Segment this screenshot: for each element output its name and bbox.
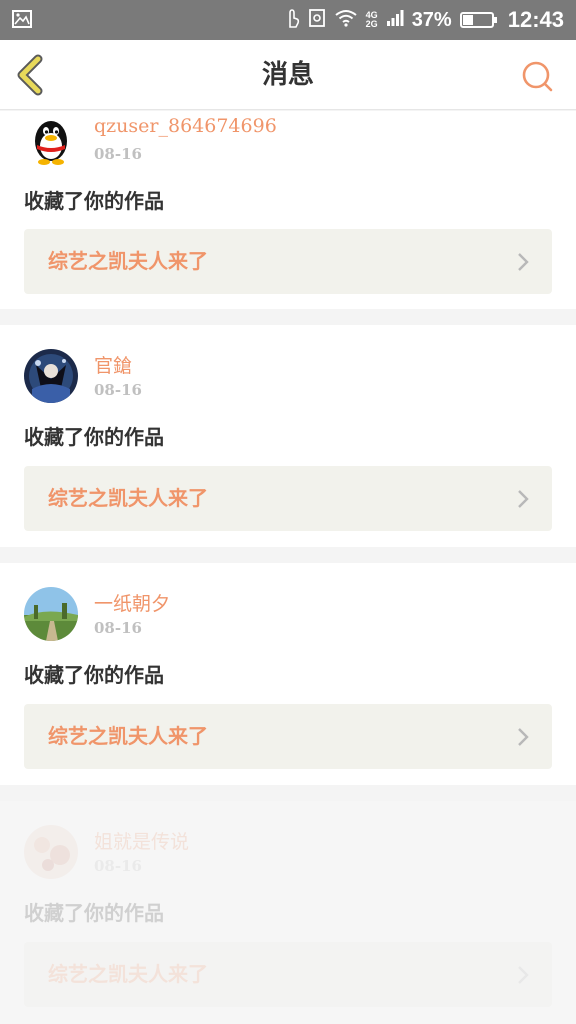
work-title: 综艺之凯夫人来了 [48,962,208,986]
status-bar: 4G 2G 37% 12:43 [0,0,576,40]
message-date: 08-16 [94,381,142,399]
anime-avatar-icon [24,349,78,403]
app-header: 消息 [0,40,576,110]
battery-percent: 37% [411,8,452,31]
work-link[interactable]: 综艺之凯夫人来了 [24,942,552,1007]
avatar[interactable] [24,113,78,167]
chevron-right-icon [518,966,529,984]
work-title: 综艺之凯夫人来了 [48,724,208,748]
message-action: 收藏了你的作品 [24,189,164,213]
message-action: 收藏了你的作品 [24,901,164,925]
message-card: 姐就是传说 08-16 收藏了你的作品 综艺之凯夫人来了 [0,801,576,1024]
wifi-icon [334,9,358,31]
message-date: 08-16 [94,145,142,163]
message-list: qzuser_864674696 08-16 收藏了你的作品 综艺之凯夫人来了 … [0,111,576,1024]
network-2g-text: 2G [365,19,378,29]
username[interactable]: 官鎗 [94,351,132,378]
network-label: 4G 2G [366,11,378,29]
message-card: 一纸朝夕 08-16 收藏了你的作品 综艺之凯夫人来了 [0,563,576,785]
message-action: 收藏了你的作品 [24,425,164,449]
work-link[interactable]: 综艺之凯夫人来了 [24,704,552,769]
avatar[interactable] [24,587,78,641]
chevron-right-icon [518,728,529,746]
message-card: 官鎗 08-16 收藏了你的作品 综艺之凯夫人来了 [0,325,576,547]
username[interactable]: 姐就是传说 [94,827,189,854]
landscape-avatar-icon [24,587,78,641]
avatar[interactable] [24,349,78,403]
touch-icon [284,7,300,33]
work-link[interactable]: 综艺之凯夫人来了 [24,229,552,294]
chevron-right-icon [518,490,529,508]
clock: 12:43 [507,7,564,32]
work-link[interactable]: 综艺之凯夫人来了 [24,466,552,531]
floral-avatar-icon [24,825,78,879]
message-card: qzuser_864674696 08-16 收藏了你的作品 综艺之凯夫人来了 [0,111,576,309]
work-title: 综艺之凯夫人来了 [48,486,208,510]
avatar[interactable] [24,825,78,879]
battery-icon [459,12,497,28]
username[interactable]: qzuser_864674696 [94,115,277,137]
chevron-right-icon [518,253,529,271]
signal-icon [386,9,404,31]
message-action: 收藏了你的作品 [24,663,164,687]
qq-penguin-icon [35,121,67,165]
message-date: 08-16 [94,857,142,875]
message-date: 08-16 [94,619,142,637]
work-title: 综艺之凯夫人来了 [48,249,208,273]
username[interactable]: 一纸朝夕 [94,589,170,616]
image-icon [12,10,32,32]
screenshot-icon [308,8,326,32]
search-icon[interactable] [520,59,554,93]
page-title: 消息 [261,60,314,90]
